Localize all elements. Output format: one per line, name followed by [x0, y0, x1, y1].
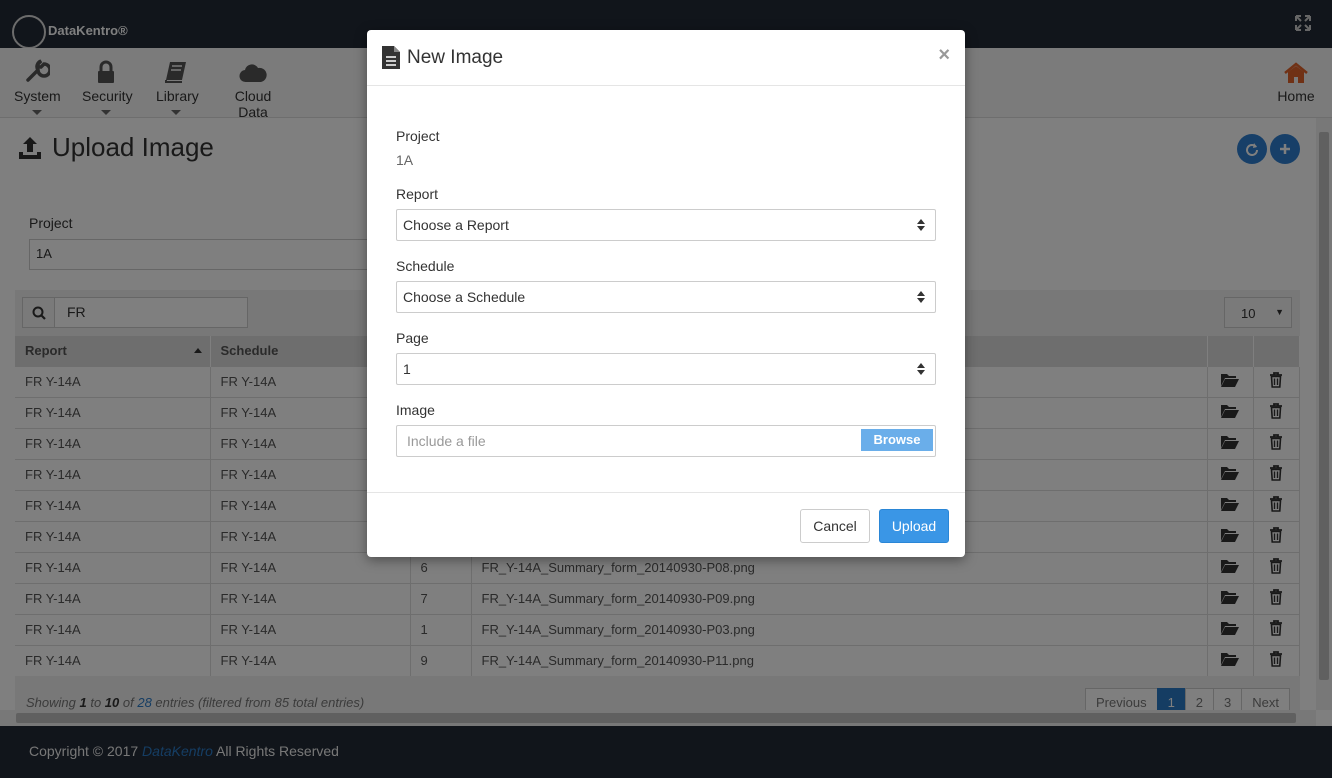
- project-label: Project: [396, 128, 440, 144]
- report-select-value: Choose a Report: [403, 217, 509, 233]
- select-arrows-icon: [917, 219, 925, 231]
- page-label: Page: [396, 330, 429, 346]
- image-label: Image: [396, 402, 435, 418]
- upload-button[interactable]: Upload: [879, 509, 949, 543]
- cancel-button[interactable]: Cancel: [800, 509, 870, 543]
- schedule-select[interactable]: Choose a Schedule: [396, 281, 936, 313]
- close-icon[interactable]: ×: [938, 44, 950, 67]
- select-arrows-icon: [917, 291, 925, 303]
- report-select[interactable]: Choose a Report: [396, 209, 936, 241]
- schedule-label: Schedule: [396, 258, 455, 274]
- image-file-placeholder: Include a file: [407, 433, 486, 449]
- report-label: Report: [396, 186, 439, 202]
- modal-header: New Image ×: [367, 30, 965, 86]
- schedule-select-value: Choose a Schedule: [403, 289, 526, 305]
- browse-button[interactable]: Browse: [861, 429, 933, 451]
- modal-footer: Cancel Upload: [367, 492, 965, 557]
- project-value: 1A: [396, 152, 414, 168]
- image-file-input[interactable]: Include a file Browse: [396, 425, 936, 457]
- modal-title: New Image: [407, 46, 504, 68]
- spinner-arrows-icon[interactable]: [917, 363, 925, 375]
- page-number-value: 1: [403, 361, 411, 377]
- new-image-modal: New Image × Project 1A Report Choose a R…: [367, 30, 965, 557]
- page-number-input[interactable]: 1: [396, 353, 936, 385]
- document-icon: [382, 46, 400, 69]
